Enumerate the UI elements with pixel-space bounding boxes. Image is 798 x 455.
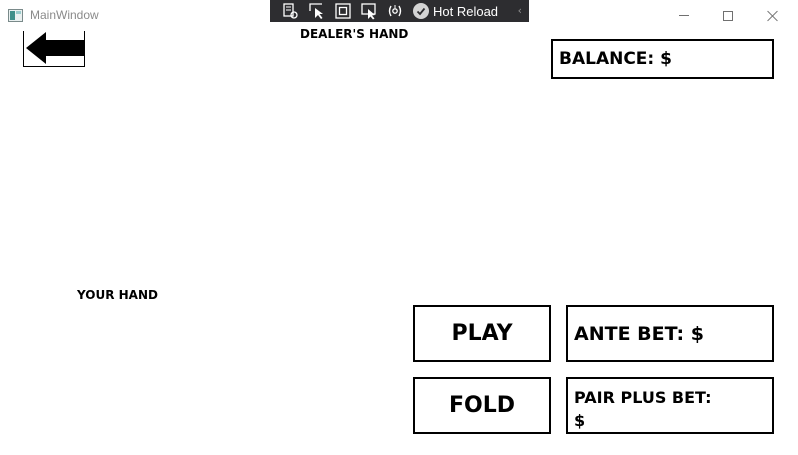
- balance-label: BALANCE: $: [559, 49, 672, 69]
- app-window-icon: [8, 9, 23, 22]
- pair-plus-bet-label: PAIR PLUS BET:: [574, 388, 712, 407]
- window-title: MainWindow: [30, 8, 99, 22]
- ante-bet-field[interactable]: ANTE BET: $: [566, 305, 774, 362]
- fold-label: FOLD: [448, 393, 515, 418]
- live-visual-tree-icon[interactable]: [280, 1, 302, 21]
- hot-reload-check-icon: [413, 3, 429, 19]
- play-label: PLAY: [451, 321, 513, 346]
- binding-failures-icon[interactable]: [384, 1, 406, 21]
- debug-toolbar: Hot Reload ‹: [270, 0, 529, 22]
- display-layout-adorners-icon[interactable]: [332, 1, 354, 21]
- minimize-button[interactable]: [661, 0, 707, 31]
- maximize-button[interactable]: [705, 0, 751, 31]
- close-button[interactable]: [750, 0, 796, 31]
- your-hand-label: YOUR HAND: [77, 288, 158, 302]
- left-arrow-icon: [26, 32, 85, 64]
- hot-reload-label[interactable]: Hot Reload: [433, 4, 498, 19]
- pair-plus-bet-field[interactable]: PAIR PLUS BET: $: [566, 377, 774, 434]
- select-element-icon[interactable]: [306, 1, 328, 21]
- track-focus-icon[interactable]: [358, 1, 380, 21]
- play-button[interactable]: PLAY: [413, 305, 551, 362]
- ante-bet-label: ANTE BET: $: [574, 322, 704, 345]
- maximize-icon: [723, 10, 733, 21]
- collapse-chevron-icon[interactable]: ‹: [518, 4, 522, 17]
- close-icon: [767, 10, 779, 22]
- balance-display: BALANCE: $: [551, 39, 774, 79]
- back-button[interactable]: [23, 31, 85, 67]
- pair-plus-currency: $: [574, 411, 586, 430]
- fold-button[interactable]: FOLD: [413, 377, 551, 434]
- dealer-hand-label: DEALER'S HAND: [300, 27, 409, 41]
- minimize-icon: [679, 15, 689, 16]
